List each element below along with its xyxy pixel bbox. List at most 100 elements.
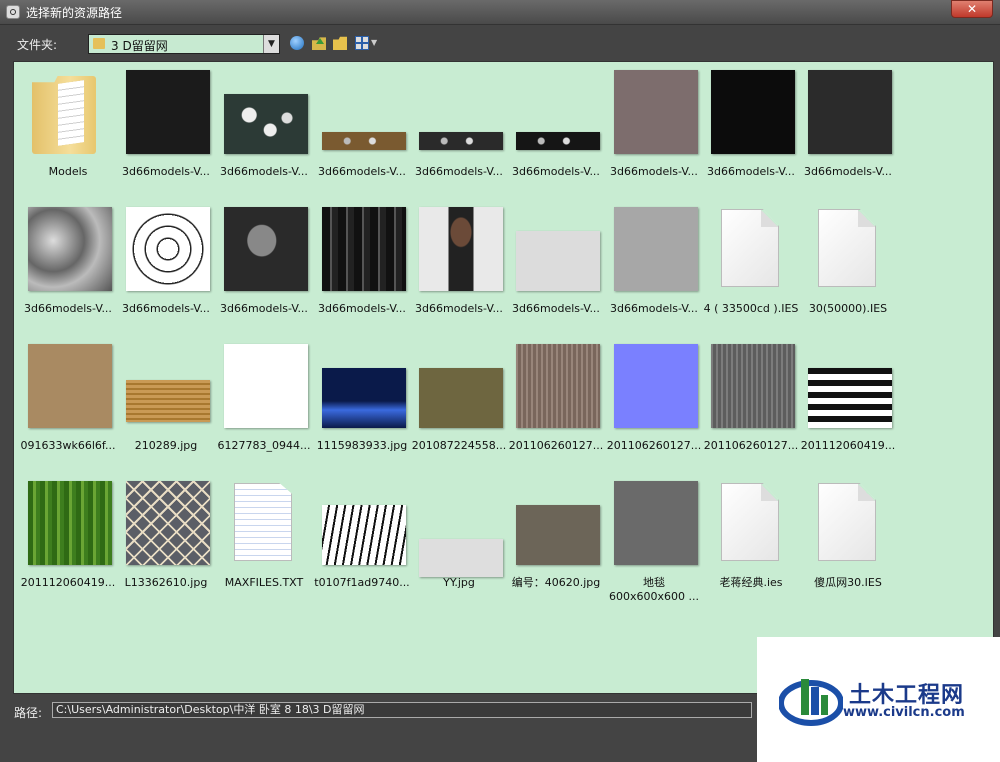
file-item[interactable]: 3d66models-V... — [703, 68, 799, 186]
file-name-label: YY.jpg — [443, 576, 475, 589]
file-item[interactable]: 编号：40620.jpg — [508, 479, 604, 597]
image-preview — [28, 481, 112, 565]
up-folder-icon[interactable] — [312, 37, 326, 50]
path-input[interactable]: C:\Users\Administrator\Desktop\中洋 卧室 8 1… — [52, 702, 752, 718]
file-item[interactable]: 4 ( 33500cd ).IES — [703, 205, 799, 323]
file-item[interactable]: 201112060419... — [800, 342, 896, 460]
file-name-label: 3d66models-V... — [220, 302, 308, 315]
text-file-icon — [234, 483, 292, 561]
file-item[interactable]: 091633wk66l6f... — [20, 342, 116, 460]
file-item[interactable]: 201106260127... — [606, 342, 702, 460]
file-item[interactable]: 傻瓜网30.IES — [800, 479, 896, 597]
file-item[interactable]: 地毯 600x600x600 ... — [606, 479, 702, 603]
file-item[interactable]: 3d66models-V... — [606, 68, 702, 186]
image-preview — [516, 505, 600, 565]
file-name-label: 编号：40620.jpg — [511, 576, 601, 589]
civilcn-logo-icon — [779, 679, 843, 726]
file-thumbnail — [314, 479, 410, 575]
folder-dropdown[interactable]: 3 D留留网 ▼ — [88, 34, 280, 54]
file-item[interactable]: 3d66models-V... — [118, 68, 214, 186]
document-icon — [721, 209, 779, 287]
file-thumbnail — [411, 68, 507, 164]
close-button[interactable]: ✕ — [951, 0, 993, 18]
window-title: 选择新的资源路径 — [26, 6, 123, 20]
title-bar: 选择新的资源路径 ✕ — [0, 0, 1000, 25]
file-item[interactable]: YY.jpg — [411, 479, 507, 597]
image-preview — [419, 539, 503, 577]
image-preview — [224, 207, 308, 291]
image-preview — [516, 132, 600, 150]
chevron-down-icon[interactable]: ▼ — [263, 35, 279, 53]
view-menu-arrow-icon[interactable]: ▼ — [371, 38, 377, 47]
file-thumbnail — [800, 479, 896, 575]
file-item[interactable]: 3d66models-V... — [216, 205, 312, 323]
file-name-label: 3d66models-V... — [318, 165, 406, 178]
file-item[interactable]: 3d66models-V... — [606, 205, 702, 323]
app-icon — [6, 5, 20, 19]
folder-icon — [32, 76, 96, 154]
image-preview — [126, 481, 210, 565]
image-preview — [614, 70, 698, 154]
file-item[interactable]: 3d66models-V... — [800, 68, 896, 186]
file-item[interactable]: 6127783_0944... — [216, 342, 312, 460]
file-name-label: 地毯 600x600x600 ... — [609, 576, 699, 603]
view-menu-icon[interactable] — [355, 36, 369, 50]
file-thumbnail — [606, 342, 702, 438]
file-name-label: 091633wk66l6f... — [20, 439, 116, 452]
file-item[interactable]: 201106260127... — [508, 342, 604, 460]
file-thumbnail — [606, 68, 702, 164]
file-item[interactable]: 3d66models-V... — [314, 68, 410, 186]
folder-item[interactable]: Models — [20, 68, 116, 186]
file-name-label: 3d66models-V... — [415, 165, 503, 178]
file-name-label: L13362610.jpg — [124, 576, 208, 589]
file-item[interactable]: MAXFILES.TXT — [216, 479, 312, 597]
back-icon[interactable] — [290, 36, 304, 50]
file-item[interactable]: 3d66models-V... — [508, 205, 604, 323]
new-folder-icon[interactable] — [333, 36, 347, 50]
file-browser-pane[interactable]: Models 3d66models-V... 3d66models-V... 3d66… — [13, 61, 994, 694]
file-name-label: 210289.jpg — [134, 439, 198, 452]
file-thumbnail — [411, 479, 507, 577]
file-item[interactable]: 201112060419... — [20, 479, 116, 597]
file-item[interactable]: 3d66models-V... — [118, 205, 214, 323]
file-item[interactable]: 201087224558... — [411, 342, 507, 460]
image-preview — [808, 368, 892, 428]
file-item[interactable]: 3d66models-V... — [508, 68, 604, 186]
file-name-label: 3d66models-V... — [804, 165, 892, 178]
image-preview — [126, 70, 210, 154]
image-preview — [711, 344, 795, 428]
file-thumbnail — [20, 68, 116, 164]
file-thumbnail — [508, 342, 604, 438]
file-item[interactable]: 201106260127... — [703, 342, 799, 460]
image-preview — [224, 94, 308, 154]
file-thumbnail — [703, 342, 799, 438]
file-item[interactable]: 3d66models-V... — [314, 205, 410, 323]
file-name-label: 201112060419... — [800, 439, 896, 452]
watermark-url: www.civilcn.com — [843, 705, 965, 720]
folder-icon — [93, 38, 105, 49]
file-item[interactable]: 3d66models-V... — [20, 205, 116, 323]
image-preview — [614, 344, 698, 428]
file-item[interactable]: 30(50000).IES — [800, 205, 896, 323]
file-name-label: 201112060419... — [20, 576, 116, 589]
file-name-label: 3d66models-V... — [122, 165, 210, 178]
file-thumbnail — [314, 342, 410, 438]
file-name-label: MAXFILES.TXT — [224, 576, 304, 589]
file-item[interactable]: t0107f1ad9740... — [314, 479, 410, 597]
file-name-label: t0107f1ad9740... — [314, 576, 410, 589]
file-name-label: 老蒋经典.ies — [719, 576, 783, 589]
file-name-label: 3d66models-V... — [512, 302, 600, 315]
file-thumbnail — [118, 342, 214, 438]
file-item[interactable]: 1115983933.jpg — [314, 342, 410, 460]
file-thumbnail — [411, 205, 507, 301]
file-item[interactable]: 老蒋经典.ies — [703, 479, 799, 597]
file-item[interactable]: 3d66models-V... — [216, 68, 312, 186]
image-preview — [419, 368, 503, 428]
file-item[interactable]: 210289.jpg — [118, 342, 214, 460]
file-item[interactable]: L13362610.jpg — [118, 479, 214, 597]
file-thumbnail — [314, 205, 410, 301]
file-thumbnail — [20, 342, 116, 438]
file-item[interactable]: 3d66models-V... — [411, 68, 507, 186]
file-item[interactable]: 3d66models-V... — [411, 205, 507, 323]
file-name-label: 3d66models-V... — [220, 165, 308, 178]
